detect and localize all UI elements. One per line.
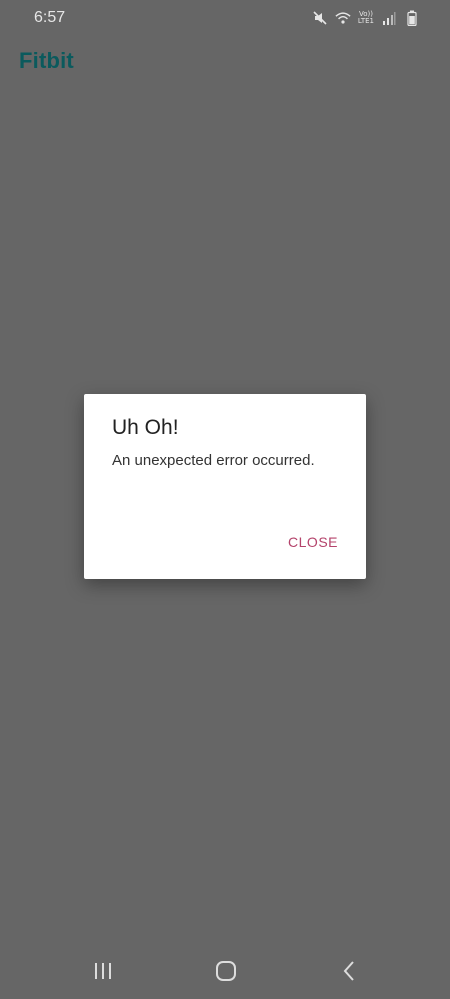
volte-text-bottom: LTE1 — [357, 17, 374, 25]
recent-apps-icon[interactable] — [88, 956, 118, 986]
mute-icon — [312, 10, 328, 26]
volte-icon: Vo)) LTE1 — [358, 11, 374, 25]
status-icons: Vo)) LTE1 — [312, 10, 420, 26]
back-icon[interactable] — [334, 956, 364, 986]
error-dialog: Uh Oh! An unexpected error occurred. CLO… — [84, 394, 366, 579]
close-button[interactable]: CLOSE — [288, 534, 338, 550]
dialog-title: Uh Oh! — [112, 416, 179, 439]
battery-icon — [404, 10, 420, 26]
app-title: Fitbit — [19, 48, 74, 73]
screen: 6:57 Vo)) LTE1 Fitbit Uh Oh! An unexpect… — [0, 0, 450, 999]
dialog-message: An unexpected error occurred. — [112, 452, 315, 469]
signal-icon — [381, 10, 397, 26]
wifi-icon — [335, 10, 351, 26]
home-icon[interactable] — [211, 956, 241, 986]
status-bar: 6:57 Vo)) LTE1 — [0, 0, 450, 36]
status-time: 6:57 — [34, 9, 66, 26]
navigation-bar — [0, 943, 450, 999]
